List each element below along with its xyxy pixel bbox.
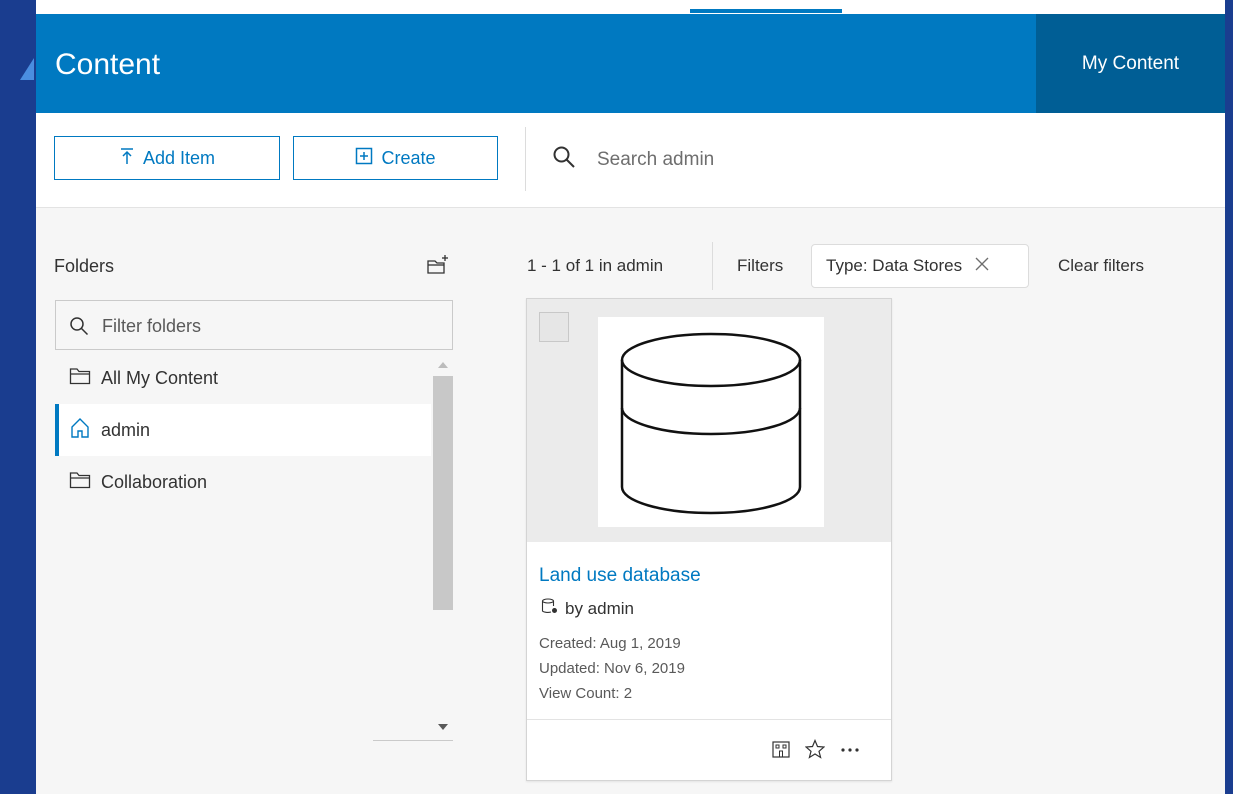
item-updated-date: Updated: Nov 6, 2019 [539, 660, 685, 677]
window-edge [1225, 0, 1233, 794]
folder-item-collaboration[interactable]: Collaboration [55, 456, 431, 508]
search-icon [70, 317, 89, 336]
folder-item-label: All My Content [101, 367, 219, 388]
close-icon[interactable] [974, 256, 990, 277]
scrollbar-thumb[interactable] [433, 376, 453, 610]
content-toolbar: Add Item Create [36, 113, 1225, 208]
filter-folders-box [55, 300, 453, 350]
content-header: Content My Content [36, 14, 1225, 113]
folder-item-admin[interactable]: admin [55, 404, 431, 456]
card-thumbnail-area[interactable] [527, 299, 891, 542]
folder-icon [69, 367, 91, 390]
clear-filters-link[interactable]: Clear filters [1058, 256, 1144, 276]
folder-item-all-my-content[interactable]: All My Content [55, 352, 431, 404]
item-created-date: Created: Aug 1, 2019 [539, 635, 681, 652]
results-divider [712, 242, 713, 290]
create-button[interactable]: Create [293, 136, 498, 180]
item-thumbnail[interactable] [598, 317, 824, 527]
filter-chip-label: Type: Data Stores [826, 256, 963, 275]
add-item-button[interactable]: Add Item [54, 136, 280, 180]
item-card: Land use database by admin Created: Aug … [526, 298, 892, 781]
card-actions [771, 739, 861, 759]
filters-label[interactable]: Filters [737, 256, 783, 276]
filter-folders-input[interactable] [100, 311, 444, 341]
data-store-icon [541, 597, 559, 620]
content-page: Content My Content Add Item Create Folde… [36, 0, 1225, 794]
scroll-down-icon[interactable] [438, 724, 448, 730]
scroll-up-icon[interactable] [438, 362, 448, 368]
toolbar-divider [525, 127, 526, 191]
folder-list-scrollbar[interactable] [433, 352, 453, 740]
card-footer-divider [527, 719, 891, 720]
item-select-checkbox[interactable] [539, 312, 569, 342]
add-item-label: Add Item [142, 147, 216, 168]
folder-item-label: admin [101, 419, 151, 440]
active-nav-indicator [690, 9, 842, 13]
home-icon [69, 417, 91, 444]
folder-list-bottom-border [373, 740, 453, 741]
more-options-icon[interactable] [839, 739, 861, 759]
item-title-link[interactable]: Land use database [539, 565, 701, 587]
folder-item-label: Collaboration [101, 471, 208, 492]
page-title: Content [55, 48, 161, 81]
folder-list: All My Content admin Collaboration [55, 352, 431, 740]
item-owner: by admin [565, 598, 634, 618]
item-view-count: View Count: 2 [539, 685, 633, 702]
results-count: 1 - 1 of 1 in admin [527, 256, 664, 275]
database-icon [620, 332, 802, 515]
organization-icon[interactable] [771, 739, 791, 759]
folders-heading: Folders [54, 256, 115, 276]
search-icon [552, 145, 576, 174]
favorite-star-icon[interactable] [805, 739, 825, 759]
item-owner-row: by admin [541, 597, 634, 620]
new-folder-icon[interactable] [426, 254, 450, 281]
search-input[interactable] [595, 141, 1179, 179]
tab-my-content[interactable]: My Content [1036, 14, 1225, 113]
top-nav-bar [36, 0, 1225, 14]
create-label: Create [381, 147, 436, 168]
filter-chip-type[interactable]: Type: Data Stores [811, 244, 1029, 288]
side-arrow-decoration [20, 58, 34, 80]
folder-icon [69, 471, 91, 494]
upload-icon [119, 147, 135, 170]
plus-square-icon [355, 147, 373, 170]
